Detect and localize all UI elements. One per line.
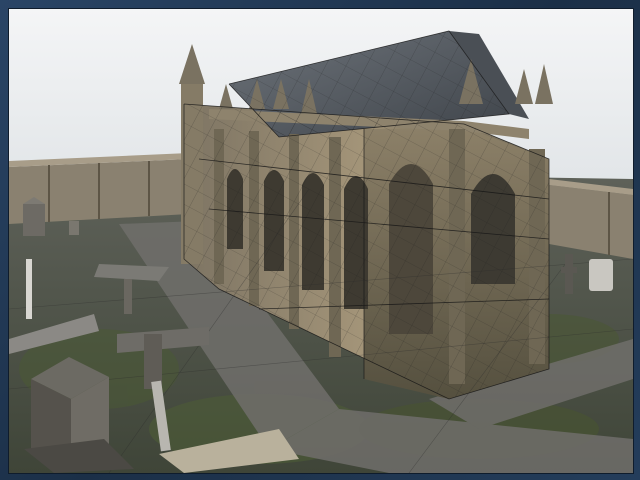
chapel-render (9, 9, 633, 473)
render-viewport[interactable] (8, 8, 634, 474)
viewport-frame (0, 0, 640, 480)
